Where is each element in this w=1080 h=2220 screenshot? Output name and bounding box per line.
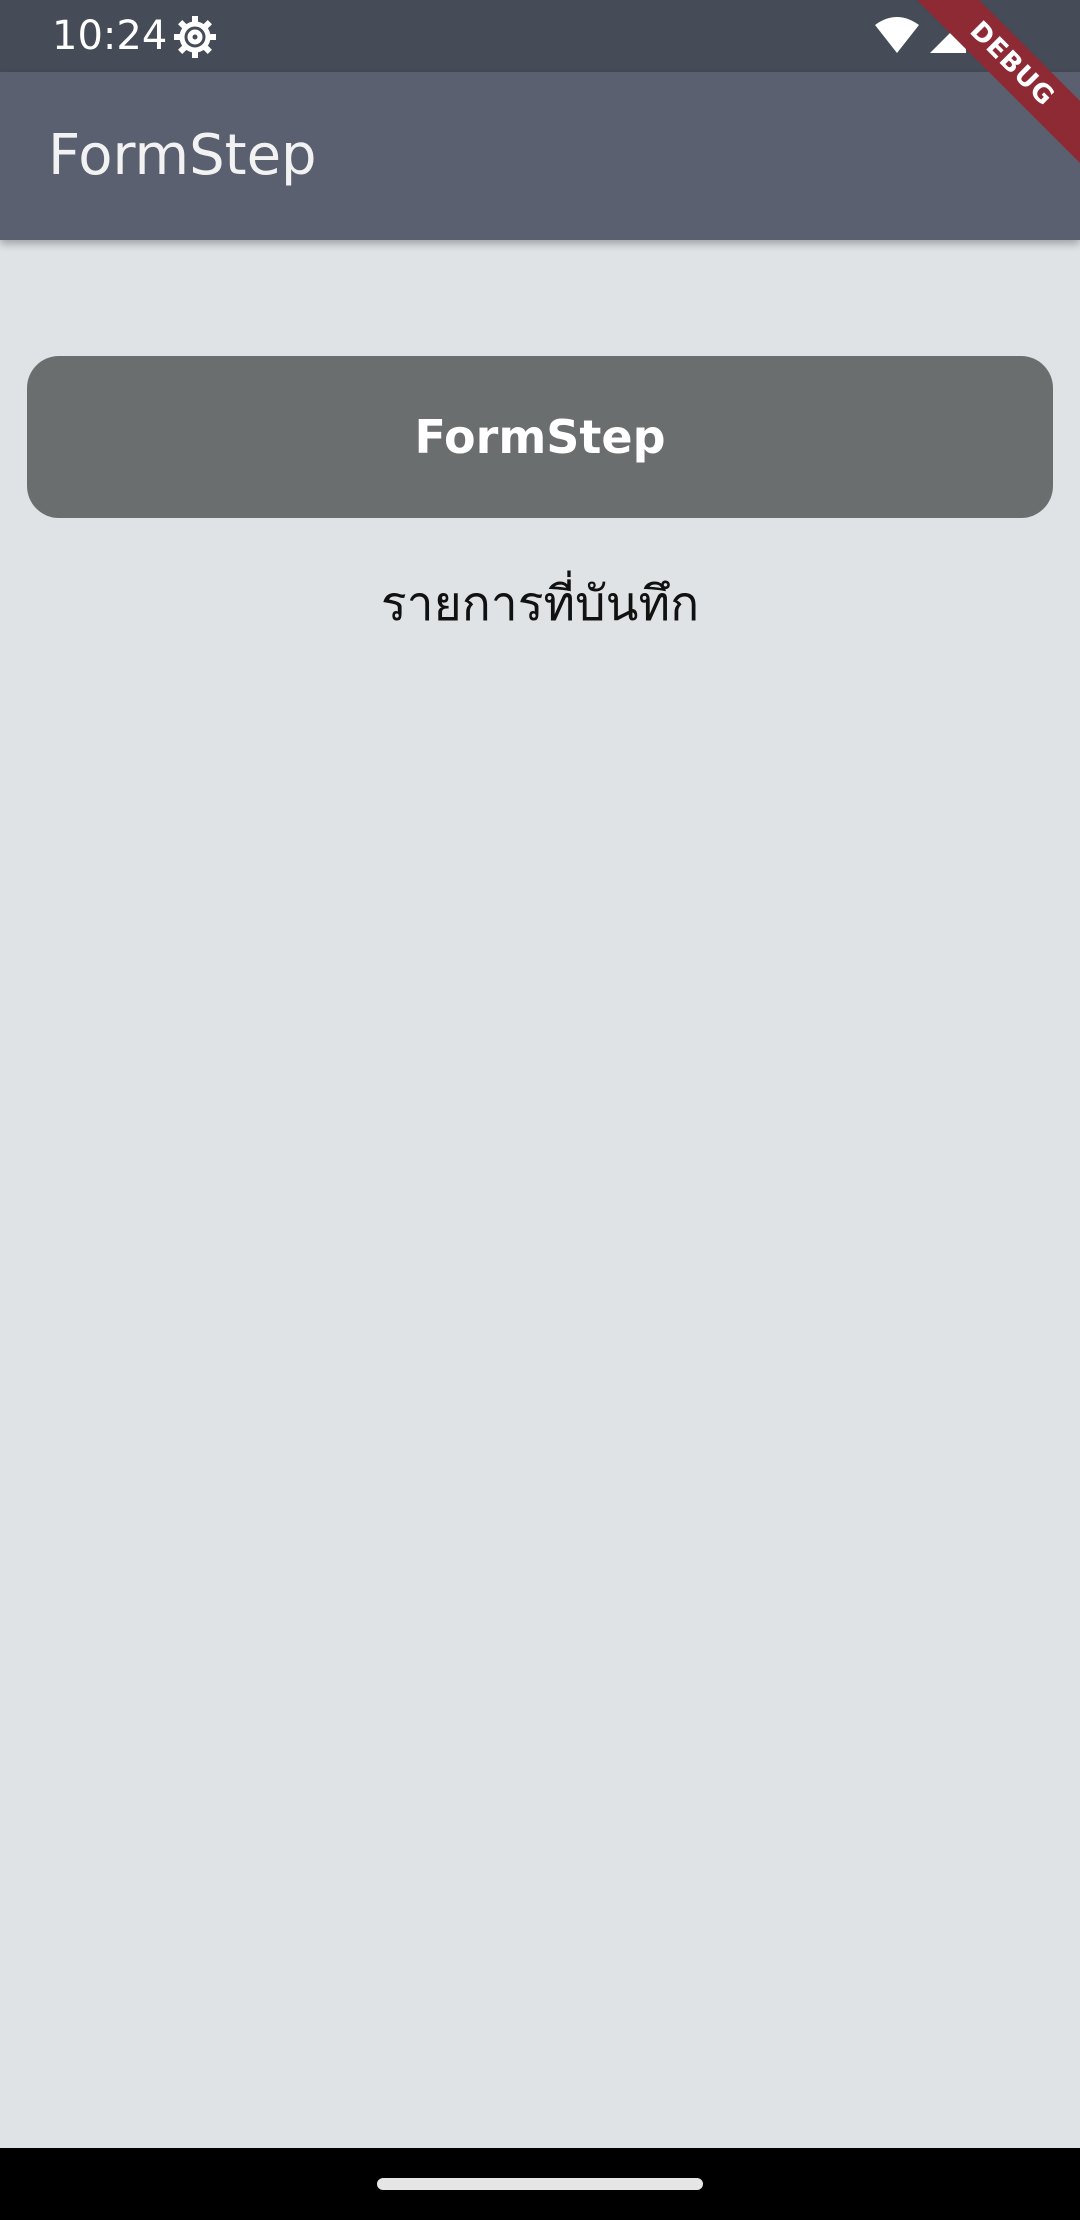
home-gesture-handle[interactable] — [377, 2178, 703, 2190]
formstep-button[interactable]: FormStep — [27, 356, 1053, 518]
app-bar-title: FormStep — [48, 123, 317, 188]
settings-gear-icon — [172, 14, 218, 60]
status-bar: 10:24 — [0, 0, 1080, 72]
app-bar: FormStep — [0, 72, 1080, 240]
status-icons — [874, 14, 1000, 60]
cell-signal-icon — [928, 15, 968, 59]
wifi-icon — [874, 15, 920, 59]
battery-icon — [976, 15, 1000, 59]
app-screen: 10:24 FormStep DEBUG FormStep รายการที่บ… — [0, 0, 1080, 2220]
system-navigation-bar — [0, 2148, 1080, 2220]
status-time: 10:24 — [52, 13, 168, 59]
saved-records-label: รายการที่บันทึก — [380, 576, 700, 632]
